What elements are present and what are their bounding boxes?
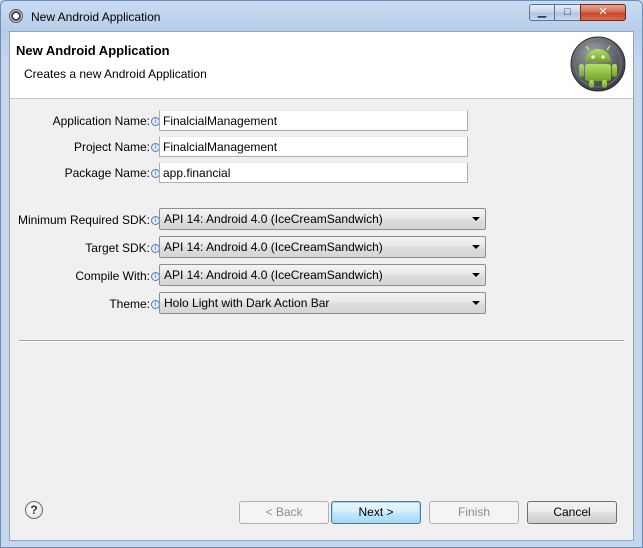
chevron-down-icon xyxy=(472,217,480,221)
android-logo-icon xyxy=(570,36,626,92)
theme-value: Holo Light with Dark Action Bar xyxy=(164,296,330,310)
chevron-down-icon xyxy=(472,301,480,305)
project-name-label: Project Name: i xyxy=(10,140,160,154)
wizard-description: Creates a new Android Application xyxy=(24,67,207,81)
minimize-button[interactable]: ▁ xyxy=(529,4,555,21)
chevron-down-icon xyxy=(472,245,480,249)
dialog-body: New Android Application Creates a new An… xyxy=(9,31,634,541)
target-sdk-select[interactable]: API 14: Android 4.0 (IceCreamSandwich) xyxy=(159,236,486,258)
min-sdk-select[interactable]: API 14: Android 4.0 (IceCreamSandwich) xyxy=(159,208,486,230)
help-icon[interactable]: ? xyxy=(25,501,43,519)
application-name-input[interactable] xyxy=(159,110,468,131)
chevron-down-icon xyxy=(472,273,480,277)
package-name-label: Package Name: i xyxy=(10,166,160,180)
theme-select[interactable]: Holo Light with Dark Action Bar xyxy=(159,292,486,314)
compile-with-label: Compile With: i xyxy=(10,269,160,283)
title-bar[interactable]: New Android Application ▁ □ ✕ xyxy=(1,1,642,31)
cancel-button[interactable]: Cancel xyxy=(527,501,617,524)
separator xyxy=(19,340,624,342)
package-name-input[interactable] xyxy=(159,162,468,183)
compile-with-select[interactable]: API 14: Android 4.0 (IceCreamSandwich) xyxy=(159,264,486,286)
application-name-label-text: Application Name: xyxy=(52,114,150,128)
window-title: New Android Application xyxy=(31,10,161,24)
theme-label: Theme: i xyxy=(10,297,160,311)
next-button[interactable]: Next > xyxy=(331,501,421,524)
dialog-window: New Android Application ▁ □ ✕ New Androi… xyxy=(0,0,643,548)
project-name-input[interactable] xyxy=(159,136,468,157)
target-sdk-value: API 14: Android 4.0 (IceCreamSandwich) xyxy=(164,240,383,254)
min-sdk-value: API 14: Android 4.0 (IceCreamSandwich) xyxy=(164,212,383,226)
theme-label-text: Theme: xyxy=(109,297,150,311)
package-name-label-text: Package Name: xyxy=(64,166,150,180)
min-sdk-label: Minimum Required SDK: i xyxy=(10,213,160,227)
back-button[interactable]: < Back xyxy=(239,501,329,524)
wizard-header: New Android Application Creates a new An… xyxy=(10,32,633,99)
eclipse-icon xyxy=(9,9,23,23)
wizard-title: New Android Application xyxy=(16,43,170,58)
close-button[interactable]: ✕ xyxy=(580,4,626,21)
target-sdk-label-text: Target SDK: xyxy=(85,241,150,255)
maximize-button[interactable]: □ xyxy=(554,4,581,21)
target-sdk-label: Target SDK: i xyxy=(10,241,160,255)
compile-with-value: API 14: Android 4.0 (IceCreamSandwich) xyxy=(164,268,383,282)
finish-button[interactable]: Finish xyxy=(429,501,519,524)
project-name-label-text: Project Name: xyxy=(73,140,150,154)
min-sdk-label-text: Minimum Required SDK: xyxy=(17,213,150,227)
compile-with-label-text: Compile With: xyxy=(75,269,150,283)
application-name-label: Application Name: i xyxy=(10,114,160,128)
